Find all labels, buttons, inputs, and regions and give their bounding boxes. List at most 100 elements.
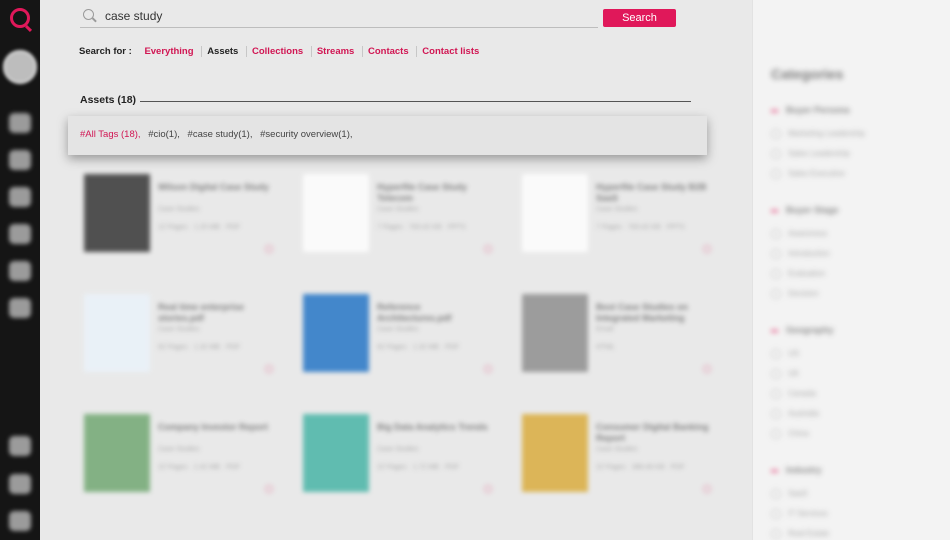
favorite-icon[interactable] — [484, 365, 492, 373]
layers-icon[interactable] — [9, 150, 31, 170]
asset-meta: 12 Pages · 1.25 MB · PDF — [158, 224, 241, 231]
category-option[interactable]: UK — [771, 369, 799, 379]
asset-thumbnail[interactable] — [522, 174, 588, 252]
asset-card[interactable]: Real time enterprise stories.pdf Case Stu… — [80, 290, 290, 380]
asset-meta: 22 Pages · 386.46 KB · PDF — [596, 464, 685, 471]
favorite-icon[interactable] — [484, 245, 492, 253]
asset-title[interactable]: Wilson Digital Case Study — [158, 182, 278, 193]
asset-title[interactable]: Reference Architectures.pdf — [377, 302, 497, 324]
divider — [140, 101, 691, 102]
favorite-icon[interactable] — [703, 365, 711, 373]
category-option[interactable]: Australia — [771, 409, 819, 419]
contacts-icon[interactable] — [9, 224, 31, 244]
rocket-icon[interactable] — [9, 298, 31, 318]
asset-card[interactable]: Hyperfile Case Study B2B SaaS Case Studie… — [518, 170, 728, 260]
tag-filter-bar: #All Tags (18), #cio(1), #case study(1),… — [68, 116, 707, 155]
asset-title[interactable]: Hyperfile Case Study B2B SaaS — [596, 182, 716, 204]
category-group-heading[interactable]: Geography — [771, 325, 834, 335]
avatar[interactable] — [3, 50, 37, 84]
tab-collections[interactable]: Collections — [246, 46, 309, 57]
asset-thumbnail[interactable] — [303, 294, 369, 372]
asset-meta: 62 Pages · 1.32 MB · PDF — [158, 344, 241, 351]
category-group-heading[interactable]: Industry — [771, 465, 822, 475]
asset-thumbnail[interactable] — [522, 414, 588, 492]
category-option[interactable]: US — [771, 349, 799, 359]
category-option[interactable]: Real Estate — [771, 529, 829, 539]
results-heading: Assets (18) — [80, 94, 137, 106]
category-option[interactable]: Sales Leadership — [771, 149, 850, 159]
asset-thumbnail[interactable] — [84, 174, 150, 252]
asset-type: Case Studies — [596, 206, 638, 213]
asset-title[interactable]: Best Case Studies on Integrated Marketin… — [596, 302, 716, 324]
asset-title[interactable]: Consumer Digital Banking Report — [596, 422, 716, 444]
asset-meta: 22 Pages · 1.72 MB · PDF — [377, 464, 460, 471]
tab-assets[interactable]: Assets — [201, 46, 244, 57]
asset-card[interactable]: Wilson Digital Case Study Case Studies 12 … — [80, 170, 290, 260]
list-icon[interactable] — [9, 474, 31, 494]
logout-icon[interactable] — [9, 511, 31, 531]
asset-thumbnail[interactable] — [84, 414, 150, 492]
category-group-heading[interactable]: Buyer Persona — [771, 105, 850, 115]
stream-icon[interactable] — [9, 187, 31, 207]
asset-card[interactable]: Big Data Analytics Trends Case Studies 22 … — [299, 410, 509, 500]
favorite-icon[interactable] — [703, 485, 711, 493]
search-input[interactable] — [105, 7, 585, 25]
categories-panel: Categories Buyer Persona Marketing Leader… — [752, 0, 950, 540]
tag-item[interactable]: #case study(1), — [188, 129, 253, 140]
search-button[interactable]: Search — [603, 9, 676, 27]
asset-title[interactable]: Company Investor Report — [158, 422, 278, 433]
asset-thumbnail[interactable] — [84, 294, 150, 372]
left-nav-rail — [0, 0, 40, 540]
eye-icon[interactable] — [9, 113, 31, 133]
chat-icon[interactable] — [9, 436, 31, 456]
asset-meta: HTML — [596, 344, 616, 351]
asset-thumbnail[interactable] — [522, 294, 588, 372]
asset-type: Case Studies — [377, 206, 419, 213]
favorite-icon[interactable] — [265, 365, 273, 373]
favorite-icon[interactable] — [484, 485, 492, 493]
asset-title[interactable]: Real time enterprise stories.pdf — [158, 302, 278, 324]
tag-item[interactable]: #cio(1), — [148, 129, 180, 140]
category-option[interactable]: Awareness — [771, 229, 827, 239]
favorite-icon[interactable] — [265, 485, 273, 493]
asset-type: Case Studies — [596, 446, 638, 453]
asset-title[interactable]: Big Data Analytics Trends — [377, 422, 497, 433]
asset-thumbnail[interactable] — [303, 414, 369, 492]
category-option[interactable]: Sales Executive — [771, 169, 845, 179]
asset-thumbnail[interactable] — [303, 174, 369, 252]
asset-title[interactable]: Hyperfile Case Study Telecom — [377, 182, 497, 204]
asset-type: Case Studies — [377, 446, 419, 453]
asset-card[interactable]: Reference Architectures.pdf Case Studies 6… — [299, 290, 509, 380]
category-option[interactable]: Introduction — [771, 249, 830, 259]
category-option[interactable]: China — [771, 429, 809, 439]
logo-icon[interactable] — [10, 8, 30, 28]
tag-item[interactable]: #security overview(1), — [260, 129, 352, 140]
category-option[interactable]: Decision — [771, 289, 819, 299]
asset-meta: 22 Pages · 2.42 MB · PDF — [158, 464, 241, 471]
asset-type: Email — [596, 326, 614, 333]
category-option[interactable]: Evaluation — [771, 269, 825, 279]
tab-everything[interactable]: Everything — [138, 46, 198, 57]
tag-all[interactable]: #All Tags (18), — [80, 129, 141, 140]
category-option[interactable]: IT Services — [771, 509, 828, 519]
category-option[interactable]: SaaS — [771, 489, 808, 499]
categories-title: Categories — [771, 66, 844, 82]
asset-card[interactable]: Best Case Studies on Integrated Marketin… — [518, 290, 728, 380]
asset-type: Case Studies — [158, 446, 200, 453]
tab-contacts[interactable]: Contacts — [361, 46, 414, 57]
category-option[interactable]: Marketing Leadership — [771, 129, 865, 139]
category-group-heading[interactable]: Buyer Stage — [771, 205, 839, 215]
asset-card[interactable]: Consumer Digital Banking Report Case Stud… — [518, 410, 728, 500]
favorite-icon[interactable] — [265, 245, 273, 253]
search-icon — [83, 9, 94, 20]
search-scope-tabs: Search for : Everything Assets Collectio… — [79, 46, 485, 60]
tab-streams[interactable]: Streams — [310, 46, 360, 57]
asset-type: Case Studies — [158, 206, 200, 213]
search-for-label: Search for : — [79, 46, 132, 57]
category-option[interactable]: Canada — [771, 389, 816, 399]
asset-card[interactable]: Company Investor Report Case Studies 22 Pa… — [80, 410, 290, 500]
tab-contact-lists[interactable]: Contact lists — [416, 46, 485, 57]
favorite-icon[interactable] — [703, 245, 711, 253]
globe-icon[interactable] — [9, 261, 31, 281]
asset-card[interactable]: Hyperfile Case Study Telecom Case Studies… — [299, 170, 509, 260]
